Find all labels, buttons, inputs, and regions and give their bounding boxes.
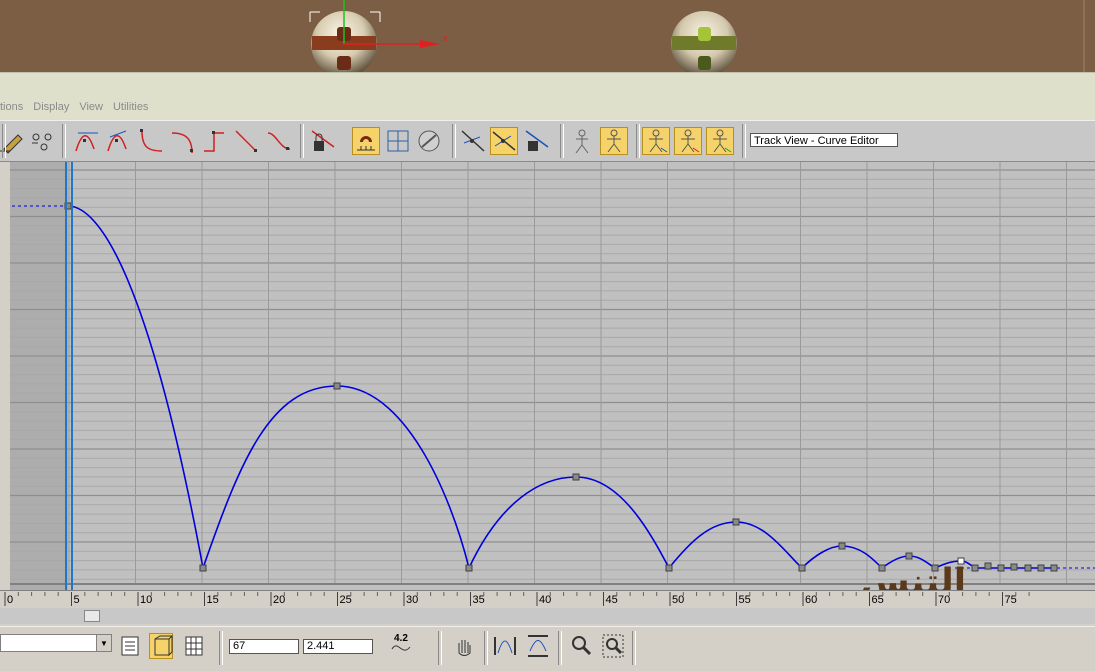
ruler-tick-label: 5 [74, 594, 80, 606]
ruler-tick-label: 40 [539, 594, 551, 606]
set-tangents-step-icon[interactable] [204, 131, 224, 152]
ruler-tick-label: 65 [872, 594, 884, 606]
ruler-tick-label: 55 [739, 594, 751, 606]
zoom-value-extents-icon[interactable] [526, 633, 550, 659]
menu-item-utilities[interactable]: Utilities [113, 101, 148, 119]
status-separator [219, 631, 223, 665]
show-keyable-icon[interactable] [352, 127, 380, 155]
sub-track-icon[interactable] [32, 133, 52, 151]
ignore-animation-range-icon[interactable] [418, 130, 440, 152]
toolbar-separator [452, 124, 456, 158]
ruler-tick-label: 15 [207, 594, 219, 606]
pan-hand-icon[interactable] [452, 633, 476, 659]
status-separator [484, 631, 488, 665]
keyframe[interactable] [732, 518, 740, 526]
viewport-scene: x [309, 0, 737, 72]
toolbar-separator [636, 124, 640, 158]
keyframe[interactable] [333, 382, 341, 390]
keyframe[interactable] [971, 564, 979, 572]
menu-item-options[interactable]: tions [0, 101, 23, 119]
show-biped-rotation-icon[interactable] [642, 127, 670, 155]
biped-off-icon[interactable] [568, 127, 596, 155]
horizontal-scrollbar[interactable] [0, 608, 1095, 624]
toolbar-separator [2, 124, 6, 158]
keyframe[interactable] [665, 564, 673, 572]
ruler-tick-label: 75 [1005, 594, 1017, 606]
show-biped-x-icon[interactable] [674, 127, 702, 155]
status-separator [558, 631, 562, 665]
curve-editor-graph[interactable]: التنس [0, 162, 1095, 603]
ruler-tick-label: 50 [672, 594, 684, 606]
show-all-tangents-icon[interactable] [490, 127, 518, 155]
toolbar-separator [62, 124, 66, 158]
keyframe[interactable] [905, 552, 913, 560]
snap-frames-icon[interactable] [387, 130, 409, 152]
set-tangents-custom-icon[interactable] [107, 130, 127, 152]
chevron-down-icon[interactable]: ▼ [96, 635, 111, 651]
zoom-region-icon[interactable] [601, 633, 625, 659]
time-ruler-svg: -5051015202530354045505560657075 [0, 590, 1095, 608]
set-tangents-slow-icon[interactable] [171, 132, 193, 154]
graph-left-border [0, 162, 10, 590]
keyframe[interactable] [1010, 563, 1018, 571]
ruler-tick-label: 0 [7, 594, 13, 606]
show-biped-position-icon[interactable] [600, 127, 628, 155]
keyframe[interactable] [1050, 564, 1058, 572]
keyframe[interactable] [1037, 564, 1045, 572]
toolbar-icons [0, 129, 589, 154]
ruler-tick-label: 10 [140, 594, 152, 606]
grid-view-icon[interactable] [182, 633, 206, 659]
keyframe[interactable] [838, 542, 846, 550]
status-bar: ▼ 67 2.441 4.2 [0, 626, 1095, 671]
ruler-tick-label: 35 [473, 594, 485, 606]
viewport[interactable]: x [0, 0, 1095, 72]
menu-item-display[interactable]: Display [33, 101, 69, 119]
keyframe[interactable] [798, 564, 806, 572]
track-view-name-field[interactable]: Track View - Curve Editor [750, 133, 898, 147]
scrollbar-thumb[interactable] [84, 610, 100, 622]
menu-item-view[interactable]: View [79, 101, 103, 119]
time-ruler[interactable]: -5051015202530354045505560657075 [0, 590, 1095, 608]
x-axis-label: x [443, 33, 448, 43]
ball-object[interactable] [671, 11, 737, 72]
keyframe[interactable] [984, 562, 992, 570]
ruler-tick-label: 30 [406, 594, 418, 606]
menu-bar: tions Display View Utilities [0, 72, 1095, 121]
ruler-tick-label: 25 [340, 594, 352, 606]
toolbar-separator [742, 124, 746, 158]
show-biped-y-icon[interactable] [706, 127, 734, 155]
keyframe[interactable] [997, 564, 1005, 572]
zoom-horizontal-extents-icon[interactable] [493, 633, 517, 659]
controller-select[interactable]: ▼ [0, 634, 112, 652]
zoom-value-badge-icon[interactable]: 4.2 [388, 633, 418, 661]
status-separator [438, 631, 442, 665]
ruler-tick-label: 60 [805, 594, 817, 606]
curve-editor-toolbar [0, 120, 1095, 162]
toolbar-separator [300, 124, 304, 158]
zoom-icon[interactable] [569, 633, 593, 659]
keyframe[interactable] [1024, 564, 1032, 572]
track-view-list-icon[interactable] [118, 633, 142, 659]
frame-field[interactable]: 67 [229, 639, 299, 654]
keyframe[interactable] [465, 564, 473, 572]
show-selected-icon[interactable] [149, 633, 174, 659]
curve-graph-svg[interactable] [0, 162, 1095, 590]
ruler-tick-label: 20 [273, 594, 285, 606]
set-tangents-auto-icon[interactable] [75, 132, 98, 152]
show-tangents-icon[interactable] [461, 130, 485, 152]
toolbar-separator [560, 124, 564, 158]
viewport-border [1083, 0, 1085, 72]
ruler-tick-label: 45 [606, 594, 618, 606]
lock-selection-icon[interactable] [525, 130, 549, 151]
lock-tangents-icon[interactable] [311, 130, 335, 151]
status-separator [632, 631, 636, 665]
set-tangents-linear-icon[interactable] [235, 130, 257, 152]
keyframe[interactable] [199, 564, 207, 572]
keyframe[interactable] [572, 473, 580, 481]
set-tangents-smooth-icon[interactable] [267, 132, 291, 150]
value-field[interactable]: 2.441 [303, 639, 373, 654]
ruler-tick-label: 70 [938, 594, 950, 606]
menu-items: tions Display View Utilities [0, 101, 158, 119]
set-tangents-fast-icon[interactable] [140, 129, 163, 152]
